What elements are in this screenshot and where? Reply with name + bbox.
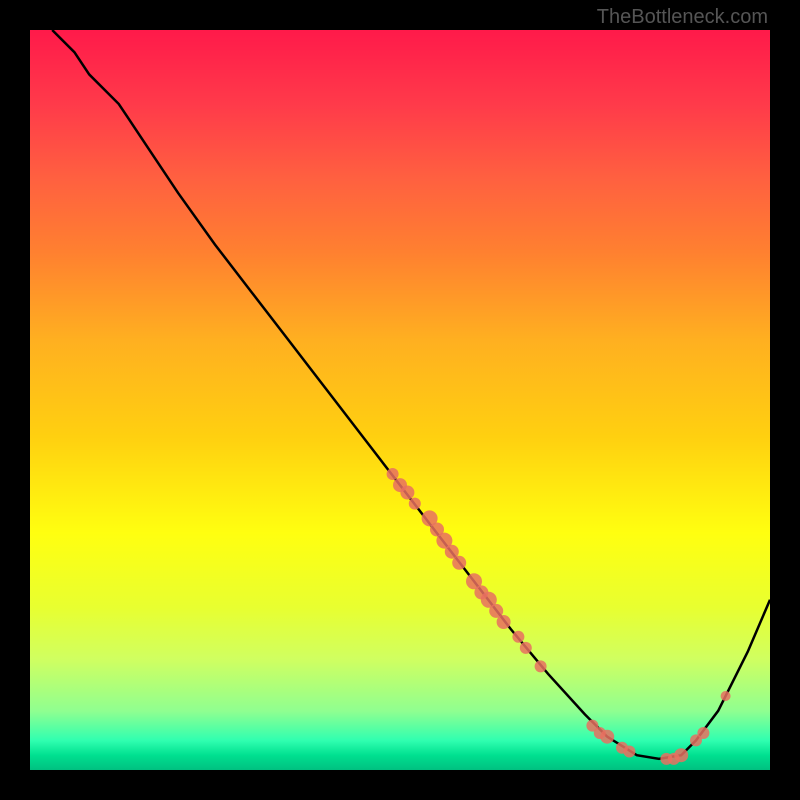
data-point [623,746,635,758]
data-point [721,691,731,701]
data-point [674,748,688,762]
data-markers [387,468,731,765]
data-point [387,468,399,480]
data-point [520,642,532,654]
data-point [409,498,421,510]
watermark-text: TheBottleneck.com [597,6,768,29]
data-point [512,631,524,643]
data-point [452,556,466,570]
chart-overlay [30,30,770,770]
data-point [497,615,511,629]
data-point [400,486,414,500]
data-point [600,730,614,744]
data-point [535,660,547,672]
bottleneck-curve [52,30,770,759]
data-point [697,727,709,739]
